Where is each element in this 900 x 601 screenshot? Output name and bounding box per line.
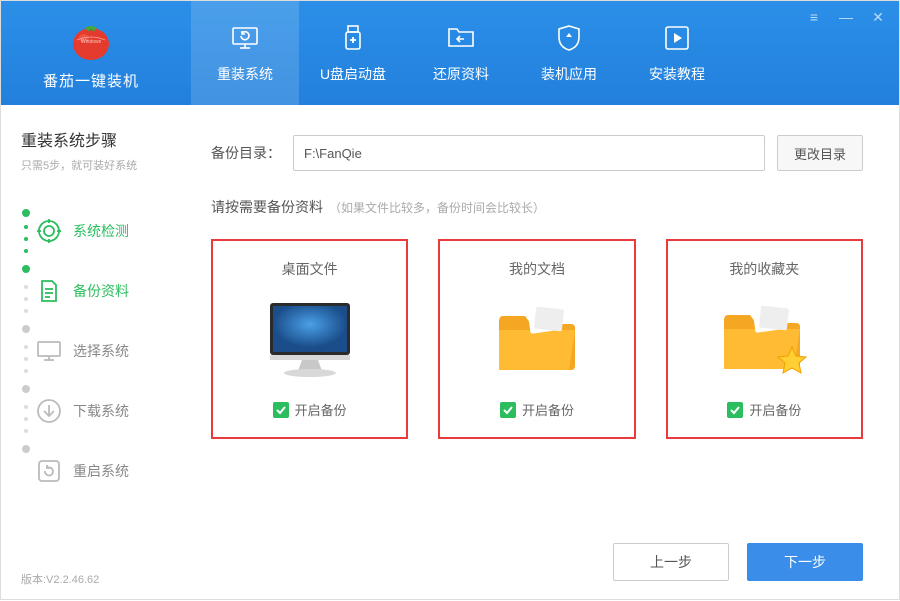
sidebar-subtitle: 只需5步，就可装好系统 <box>21 157 181 173</box>
target-icon <box>35 217 63 245</box>
restart-icon <box>35 457 63 485</box>
document-icon <box>35 277 63 305</box>
nav-reinstall[interactable]: 重装系统 <box>191 1 299 105</box>
svg-text:Windows: Windows <box>81 39 102 45</box>
backup-dir-input[interactable]: F:\FanQie <box>293 135 765 171</box>
step-label: 系统检测 <box>73 221 129 241</box>
prev-button[interactable]: 上一步 <box>613 543 729 581</box>
sidebar: 重装系统步骤 只需5步，就可装好系统 <box>1 105 181 601</box>
sidebar-title: 重装系统步骤 <box>21 127 181 151</box>
checkbox-checked-icon <box>273 402 289 418</box>
backup-hint: 请按需要备份资料（如果文件比较多，备份时间会比较长） <box>211 197 863 217</box>
step-label: 下载系统 <box>73 401 129 421</box>
enable-backup-checkbox[interactable]: 开启备份 <box>727 400 801 419</box>
step-restart[interactable]: 重启系统 <box>21 441 181 501</box>
app-logo-block: Windows 番茄一键装机 <box>1 1 181 105</box>
step-label: 重启系统 <box>73 461 129 481</box>
main-panel: 备份目录： F:\FanQie 更改目录 请按需要备份资料（如果文件比较多，备份… <box>181 105 899 601</box>
step-backup[interactable]: 备份资料 <box>21 261 181 321</box>
step-select-system[interactable]: 选择系统 <box>21 321 181 381</box>
close-icon[interactable]: ✕ <box>869 9 887 26</box>
shield-icon <box>553 22 585 54</box>
checkbox-checked-icon <box>727 402 743 418</box>
card-desktop-files[interactable]: 桌面文件 开启备份 <box>211 239 408 439</box>
monitor-refresh-icon <box>229 22 261 54</box>
nav-tutorial[interactable]: 安装教程 <box>623 1 731 105</box>
nav-restore[interactable]: 还原资料 <box>407 1 515 105</box>
window-controls: ≡ — ✕ <box>805 9 887 26</box>
nav-label: 装机应用 <box>541 64 597 84</box>
play-icon <box>661 22 693 54</box>
step-label: 备份资料 <box>73 281 129 301</box>
step-label: 选择系统 <box>73 341 129 361</box>
minimize-icon[interactable]: — <box>837 9 855 26</box>
version-label: 版本:V2.2.46.62 <box>21 571 99 587</box>
nav-usb[interactable]: U盘启动盘 <box>299 1 407 105</box>
folder-icon <box>489 295 585 385</box>
menu-icon[interactable]: ≡ <box>805 9 823 26</box>
card-title: 我的收藏夹 <box>729 259 799 279</box>
card-my-favorites[interactable]: 我的收藏夹 开启备份 <box>666 239 863 439</box>
usb-icon <box>337 22 369 54</box>
card-my-documents[interactable]: 我的文档 开启备份 <box>438 239 635 439</box>
desktop-monitor-icon <box>260 295 360 385</box>
backup-dir-label: 备份目录： <box>211 143 281 163</box>
nav-label: 还原资料 <box>433 64 489 84</box>
folder-star-icon <box>714 295 814 385</box>
enable-backup-checkbox[interactable]: 开启备份 <box>500 400 574 419</box>
nav-label: 安装教程 <box>649 64 705 84</box>
folder-back-icon <box>445 22 477 54</box>
checkbox-checked-icon <box>500 402 516 418</box>
card-title: 桌面文件 <box>282 259 338 279</box>
step-system-check[interactable]: 系统检测 <box>21 201 181 261</box>
app-title: 番茄一键装机 <box>43 70 139 91</box>
nav-label: 重装系统 <box>217 64 273 84</box>
nav-apps[interactable]: 装机应用 <box>515 1 623 105</box>
nav-label: U盘启动盘 <box>320 64 386 84</box>
card-title: 我的文档 <box>509 259 565 279</box>
monitor-icon <box>35 337 63 365</box>
step-download[interactable]: 下载系统 <box>21 381 181 441</box>
next-button[interactable]: 下一步 <box>747 543 863 581</box>
download-icon <box>35 397 63 425</box>
enable-backup-checkbox[interactable]: 开启备份 <box>273 400 347 419</box>
tomato-icon: Windows <box>67 16 115 64</box>
change-dir-button[interactable]: 更改目录 <box>777 135 863 171</box>
main-nav: 重装系统 U盘启动盘 还原资料 <box>181 1 731 105</box>
